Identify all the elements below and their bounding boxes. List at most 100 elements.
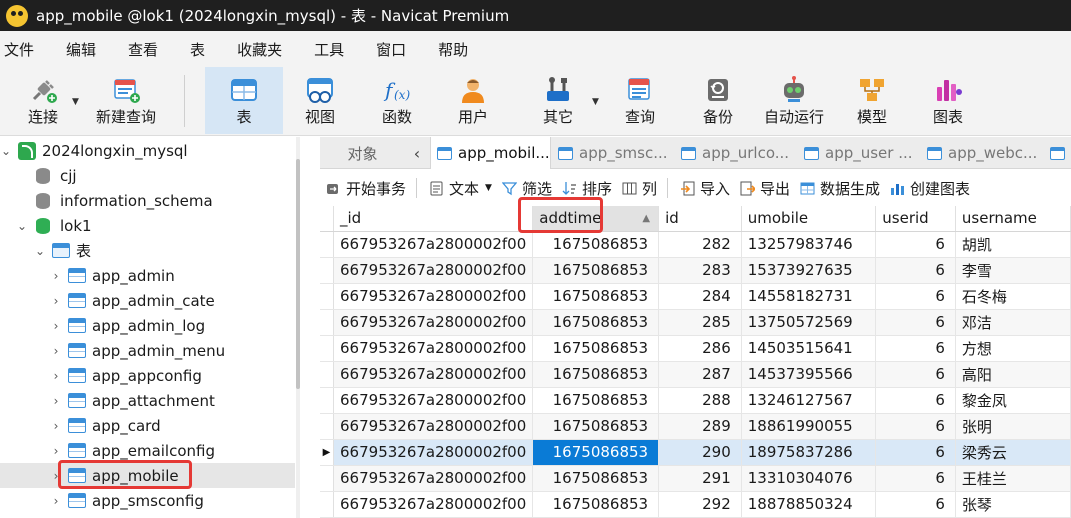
row-indicator[interactable] bbox=[320, 491, 334, 518]
cell-umobile[interactable]: 13310304076 bbox=[741, 465, 877, 492]
row-indicator[interactable] bbox=[320, 257, 334, 284]
menu-edit[interactable]: 编辑 bbox=[50, 39, 112, 60]
cell-username[interactable]: 石冬梅 bbox=[955, 283, 1071, 310]
tree-db-lok1[interactable]: ⌄ lok1 bbox=[0, 213, 295, 238]
data-generation-button[interactable]: 数据生成 bbox=[800, 178, 880, 199]
cell-id[interactable]: 285 bbox=[658, 309, 742, 336]
cell-username[interactable]: 黎金凤 bbox=[955, 387, 1071, 414]
chevron-down-icon[interactable]: ⌄ bbox=[0, 144, 12, 158]
cell-username[interactable]: 王桂兰 bbox=[955, 465, 1071, 492]
chevron-right-icon[interactable]: › bbox=[50, 419, 62, 433]
cell-userid[interactable]: 6 bbox=[875, 465, 956, 492]
cell-userid[interactable]: 6 bbox=[875, 491, 956, 518]
row-indicator[interactable] bbox=[320, 387, 334, 414]
table-button[interactable]: 表 bbox=[205, 67, 283, 134]
cell-userid[interactable]: 6 bbox=[875, 413, 956, 440]
table-row[interactable]: 667953267a2800002f00 1675086853 282 1325798… bbox=[320, 231, 1071, 258]
row-indicator[interactable] bbox=[320, 283, 334, 310]
chevron-right-icon[interactable]: › bbox=[50, 319, 62, 333]
chevron-down-icon[interactable]: ⌄ bbox=[16, 219, 28, 233]
tree-table-app-mobile[interactable]: › app_mobile bbox=[0, 463, 295, 488]
cell-id[interactable]: 667953267a2800002f00 bbox=[333, 257, 534, 284]
cell-username[interactable]: 胡凯 bbox=[955, 231, 1071, 258]
cell-username[interactable]: 张明 bbox=[955, 413, 1071, 440]
connect-button[interactable]: ▼ 连接 bbox=[8, 67, 79, 134]
cell-addtime[interactable]: 1675086853 bbox=[532, 413, 660, 440]
tree-table-app-admin-cate[interactable]: › app_admin_cate bbox=[0, 288, 295, 313]
cell-id[interactable]: 283 bbox=[658, 257, 742, 284]
tab-scroll-left-icon[interactable]: ‹ bbox=[405, 137, 429, 169]
cell-id[interactable]: 291 bbox=[658, 465, 742, 492]
cell-id[interactable]: 667953267a2800002f00 bbox=[333, 439, 534, 466]
sort-button[interactable]: 排序 bbox=[562, 178, 612, 199]
cell-userid[interactable]: 6 bbox=[875, 257, 956, 284]
row-indicator[interactable] bbox=[320, 465, 334, 492]
cell-addtime[interactable]: 1675086853 bbox=[532, 465, 660, 492]
cell-id[interactable]: 289 bbox=[658, 413, 742, 440]
cell-id[interactable]: 287 bbox=[658, 361, 742, 388]
menu-view[interactable]: 查看 bbox=[112, 39, 174, 60]
table-row[interactable]: 667953267a2800002f00 1675086853 289 1886199… bbox=[320, 413, 1071, 440]
menu-window[interactable]: 窗口 bbox=[360, 39, 422, 60]
tab-app-smsconfig[interactable]: app_smsc... bbox=[552, 137, 674, 169]
tree-table-app-admin-log[interactable]: › app_admin_log bbox=[0, 313, 295, 338]
cell-id[interactable]: 667953267a2800002f00 bbox=[333, 361, 534, 388]
table-row[interactable]: 667953267a2800002f00 1675086853 287 1453739… bbox=[320, 361, 1071, 388]
row-indicator[interactable] bbox=[320, 413, 334, 440]
table-row[interactable]: ▶ 667953267a2800002f00 1675086853 290 189758… bbox=[320, 439, 1071, 466]
tree-table-app-admin-menu[interactable]: › app_admin_menu bbox=[0, 338, 295, 363]
table-row[interactable]: 667953267a2800002f00 1675086853 286 1450351… bbox=[320, 335, 1071, 362]
cell-addtime[interactable]: 1675086853 bbox=[532, 231, 660, 258]
cell-id[interactable]: 286 bbox=[658, 335, 742, 362]
cell-addtime[interactable]: 1675086853 bbox=[532, 257, 660, 284]
cell-umobile[interactable]: 13246127567 bbox=[741, 387, 877, 414]
chevron-right-icon[interactable]: › bbox=[50, 494, 62, 508]
cell-id[interactable]: 667953267a2800002f00 bbox=[333, 413, 534, 440]
menu-file[interactable]: 文件 bbox=[0, 39, 50, 60]
table-row[interactable]: 667953267a2800002f00 1675086853 284 1455818… bbox=[320, 283, 1071, 310]
cell-userid[interactable]: 6 bbox=[875, 231, 956, 258]
chevron-right-icon[interactable]: › bbox=[50, 394, 62, 408]
tab-app-urlconfig[interactable]: app_urlco... bbox=[675, 137, 797, 169]
tab-app-webconfig[interactable]: app_webc... bbox=[921, 137, 1043, 169]
row-indicator[interactable]: ▶ bbox=[320, 439, 334, 466]
cell-username[interactable]: 高阳 bbox=[955, 361, 1071, 388]
row-indicator[interactable] bbox=[320, 309, 334, 336]
auto-run-button[interactable]: 自动运行 bbox=[758, 67, 830, 134]
cell-addtime[interactable]: 1675086853 bbox=[532, 361, 660, 388]
chevron-right-icon[interactable]: › bbox=[50, 294, 62, 308]
tab-app-mobile[interactable]: app_mobil... bbox=[430, 137, 551, 169]
cell-id[interactable]: 667953267a2800002f00 bbox=[333, 335, 534, 362]
menu-table[interactable]: 表 bbox=[174, 39, 221, 60]
function-button[interactable]: f (x) 函数 bbox=[365, 67, 429, 134]
column-header-addtime[interactable]: addtime ▲ bbox=[532, 206, 660, 232]
view-button[interactable]: 视图 bbox=[290, 67, 350, 134]
table-row[interactable]: 667953267a2800002f00 1675086853 291 1331030… bbox=[320, 465, 1071, 492]
cell-addtime[interactable]: 1675086853 bbox=[532, 309, 660, 336]
cell-addtime[interactable]: 1675086853 bbox=[532, 335, 660, 362]
cell-id[interactable]: 667953267a2800002f00 bbox=[333, 309, 534, 336]
cell-username[interactable]: 梁秀云 bbox=[955, 439, 1071, 466]
menu-help[interactable]: 帮助 bbox=[422, 39, 484, 60]
export-button[interactable]: 导出 bbox=[740, 178, 790, 199]
cell-userid[interactable]: 6 bbox=[875, 387, 956, 414]
cell-username[interactable]: 邓洁 bbox=[955, 309, 1071, 336]
tab-objects[interactable]: 对象 bbox=[320, 137, 405, 169]
chevron-right-icon[interactable]: › bbox=[50, 369, 62, 383]
table-row[interactable]: 667953267a2800002f00 1675086853 285 1375057… bbox=[320, 309, 1071, 336]
tree-table-app-attachment[interactable]: › app_attachment bbox=[0, 388, 295, 413]
navigator-scrollbar[interactable] bbox=[296, 137, 300, 518]
cell-umobile[interactable]: 18975837286 bbox=[741, 439, 877, 466]
cell-addtime[interactable]: 1675086853 bbox=[532, 439, 660, 466]
begin-transaction-button[interactable]: 开始事务 bbox=[326, 178, 406, 199]
cell-id[interactable]: 288 bbox=[658, 387, 742, 414]
model-button[interactable]: 模型 bbox=[842, 67, 902, 134]
cell-umobile[interactable]: 14558182731 bbox=[741, 283, 877, 310]
chevron-right-icon[interactable]: › bbox=[50, 269, 62, 283]
chevron-right-icon[interactable]: › bbox=[50, 344, 62, 358]
cell-addtime[interactable]: 1675086853 bbox=[532, 387, 660, 414]
chart-button[interactable]: 图表 bbox=[918, 67, 978, 134]
cell-umobile[interactable]: 14537395566 bbox=[741, 361, 877, 388]
cell-id[interactable]: 667953267a2800002f00 bbox=[333, 283, 534, 310]
table-row[interactable]: 667953267a2800002f00 1675086853 288 1324612… bbox=[320, 387, 1071, 414]
